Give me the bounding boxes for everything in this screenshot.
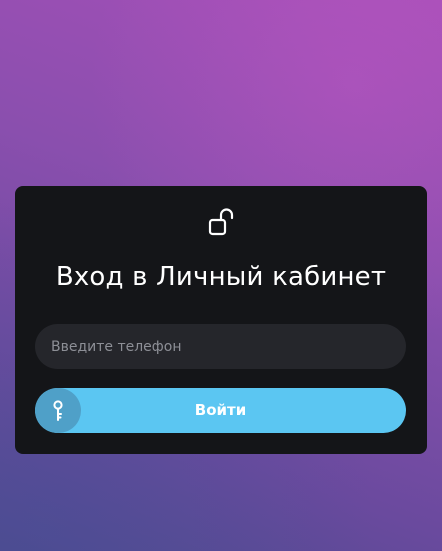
login-button-label: Войти: [194, 401, 247, 419]
phone-input[interactable]: [35, 324, 406, 369]
login-card: Вход в Личный кабинет Войти: [15, 186, 427, 454]
login-button[interactable]: Войти: [35, 388, 406, 433]
page-title: Вход в Личный кабинет: [55, 262, 387, 292]
unlock-icon: [208, 208, 234, 236]
